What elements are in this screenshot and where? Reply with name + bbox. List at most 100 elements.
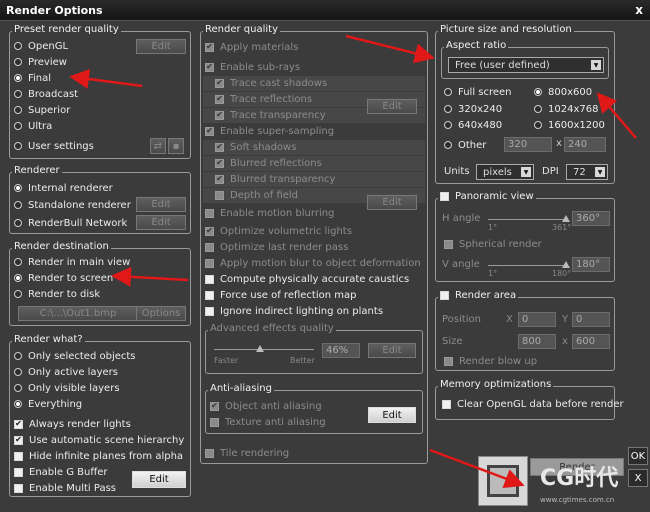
antialiasing-edit-button[interactable]: Edit <box>368 407 416 423</box>
depth-of-field[interactable]: Depth of field <box>215 188 298 202</box>
size-h-field[interactable]: 600 <box>572 334 610 349</box>
checkbox-checked-icon[interactable]: ✔ <box>14 435 23 445</box>
radio-icon[interactable] <box>444 105 452 113</box>
size-w-field[interactable]: 800 <box>518 334 556 349</box>
checkbox-icon[interactable] <box>444 356 453 366</box>
radio-icon[interactable] <box>444 121 452 129</box>
checkbox-checked-icon[interactable]: ✔ <box>210 401 219 411</box>
size-640x480[interactable]: 640x480 <box>444 118 502 132</box>
dest-main-view[interactable]: Render in main view <box>14 255 130 269</box>
apply-motion-blur-deformation[interactable]: Apply motion blur to object deformation <box>205 256 421 270</box>
radio-selected-icon[interactable] <box>14 74 22 82</box>
radio-icon[interactable] <box>14 368 22 376</box>
radio-icon[interactable] <box>14 122 22 130</box>
v-angle-slider[interactable] <box>488 261 570 268</box>
enable-motion-blurring[interactable]: Enable motion blurring <box>205 206 334 220</box>
checkbox-checked-icon[interactable]: ✔ <box>215 174 224 184</box>
checkbox-icon[interactable] <box>205 242 214 252</box>
checkbox-checked-icon[interactable]: ✔ <box>205 226 214 236</box>
render-what-edit-button[interactable]: Edit <box>132 471 186 488</box>
radio-icon[interactable] <box>14 219 22 227</box>
checkbox-icon[interactable] <box>442 399 451 409</box>
preset-edit-button[interactable]: Edit <box>136 39 186 54</box>
blurred-transparency[interactable]: ✔ Blurred transparency <box>215 172 335 186</box>
checkbox-icon[interactable] <box>205 306 214 316</box>
height-field[interactable]: 240 <box>564 137 606 152</box>
always-render-lights[interactable]: ✔ Always render lights <box>14 417 131 431</box>
preset-opengl[interactable]: OpenGL <box>14 39 68 53</box>
hide-infinite-planes[interactable]: Hide infinite planes from alpha <box>14 449 183 463</box>
checkbox-icon[interactable] <box>205 274 214 284</box>
radio-selected-icon[interactable] <box>14 400 22 408</box>
size-1600x1200[interactable]: 1600x1200 <box>534 118 605 132</box>
texture-anti-aliasing[interactable]: Texture anti aliasing <box>210 415 326 429</box>
checkbox-checked-icon[interactable]: ✔ <box>205 62 214 72</box>
advanced-percent-field[interactable]: 46% <box>322 343 360 358</box>
standalone-edit-button[interactable]: Edit <box>136 197 186 212</box>
radio-icon[interactable] <box>14 42 22 50</box>
object-anti-aliasing[interactable]: ✔ Object anti aliasing <box>210 399 322 413</box>
panoramic-title[interactable]: Panoramic view <box>438 191 536 202</box>
blurred-reflections[interactable]: ✔ Blurred reflections <box>215 156 322 170</box>
advanced-quality-slider[interactable] <box>214 345 314 352</box>
output-path-button[interactable]: C:\...\Out1.bmp <box>18 306 138 321</box>
renderer-renderbull[interactable]: RenderBull Network <box>14 216 127 230</box>
optimize-last-render-pass[interactable]: Optimize last render pass <box>205 240 348 254</box>
preset-broadcast[interactable]: Broadcast <box>14 87 78 101</box>
slider-knob-icon[interactable] <box>562 261 570 268</box>
radio-icon[interactable] <box>444 88 452 96</box>
spherical-render[interactable]: Spherical render <box>444 237 542 251</box>
dest-disk[interactable]: Render to disk <box>14 287 100 301</box>
slider-knob-icon[interactable] <box>562 215 570 222</box>
size-320x240[interactable]: 320x240 <box>444 102 502 116</box>
checkbox-icon[interactable] <box>205 258 214 268</box>
slider-knob-icon[interactable] <box>256 345 264 352</box>
advanced-edit-button[interactable]: Edit <box>368 343 416 358</box>
ok-button[interactable]: OK <box>628 447 648 465</box>
checkbox-icon[interactable] <box>444 239 453 249</box>
radio-icon[interactable] <box>444 141 452 149</box>
position-x-field[interactable]: 0 <box>518 312 556 327</box>
checkbox-icon[interactable] <box>210 417 219 427</box>
checkbox-checked-icon[interactable]: ✔ <box>215 142 224 152</box>
render-visible-layers[interactable]: Only visible layers <box>14 381 120 395</box>
render-preview-thumbnail[interactable] <box>478 456 528 506</box>
h-angle-slider[interactable] <box>488 215 570 222</box>
trace-transparency[interactable]: ✔ Trace transparency <box>215 108 326 122</box>
radio-icon[interactable] <box>14 106 22 114</box>
optimize-volumetric-lights[interactable]: ✔ Optimize volumetric lights <box>205 224 352 238</box>
radio-icon[interactable] <box>14 201 22 209</box>
trace-reflections[interactable]: ✔ Trace reflections <box>215 92 312 106</box>
checkbox-checked-icon[interactable]: ✔ <box>14 419 23 429</box>
ignore-indirect-lighting-plants[interactable]: Ignore indirect lighting on plants <box>205 304 383 318</box>
radio-icon[interactable] <box>534 105 542 113</box>
subrays-edit-button[interactable]: Edit <box>367 99 417 114</box>
dropdown-arrow-icon[interactable]: ▼ <box>595 167 605 177</box>
radio-icon[interactable] <box>14 142 22 150</box>
radio-icon[interactable] <box>14 352 22 360</box>
checkbox-checked-icon[interactable]: ✔ <box>215 78 224 88</box>
checkbox-checked-icon[interactable]: ✔ <box>215 94 224 104</box>
render-area-title[interactable]: Render area <box>438 290 519 301</box>
compute-caustics[interactable]: Compute physically accurate caustics <box>205 272 409 286</box>
radio-icon[interactable] <box>534 121 542 129</box>
delete-preset-icon[interactable]: ▪ <box>168 138 184 154</box>
checkbox-icon[interactable] <box>14 483 23 493</box>
checkbox-checked-icon[interactable]: ✔ <box>215 158 224 168</box>
v-angle-field[interactable]: 180° <box>572 257 610 272</box>
preset-final[interactable]: Final <box>14 71 51 85</box>
units-select[interactable]: pixels ▼ <box>476 164 534 180</box>
size-1024x768[interactable]: 1024x768 <box>534 102 598 116</box>
checkbox-checked-icon[interactable]: ✔ <box>205 126 214 136</box>
dropdown-arrow-icon[interactable]: ▼ <box>591 60 601 70</box>
dropdown-arrow-icon[interactable]: ▼ <box>521 167 531 177</box>
renderer-standalone[interactable]: Standalone renderer <box>14 198 131 212</box>
enable-sub-rays[interactable]: ✔ Enable sub-rays <box>205 60 300 74</box>
supersampling-edit-button[interactable]: Edit <box>367 195 417 210</box>
dpi-select[interactable]: 72 ▼ <box>566 164 608 180</box>
clear-opengl-data[interactable]: Clear OpenGL data before render <box>442 397 624 411</box>
renderbull-edit-button[interactable]: Edit <box>136 215 186 230</box>
cancel-button[interactable]: X <box>628 469 648 487</box>
enable-super-sampling[interactable]: ✔ Enable super-sampling <box>205 124 334 138</box>
radio-icon[interactable] <box>14 384 22 392</box>
